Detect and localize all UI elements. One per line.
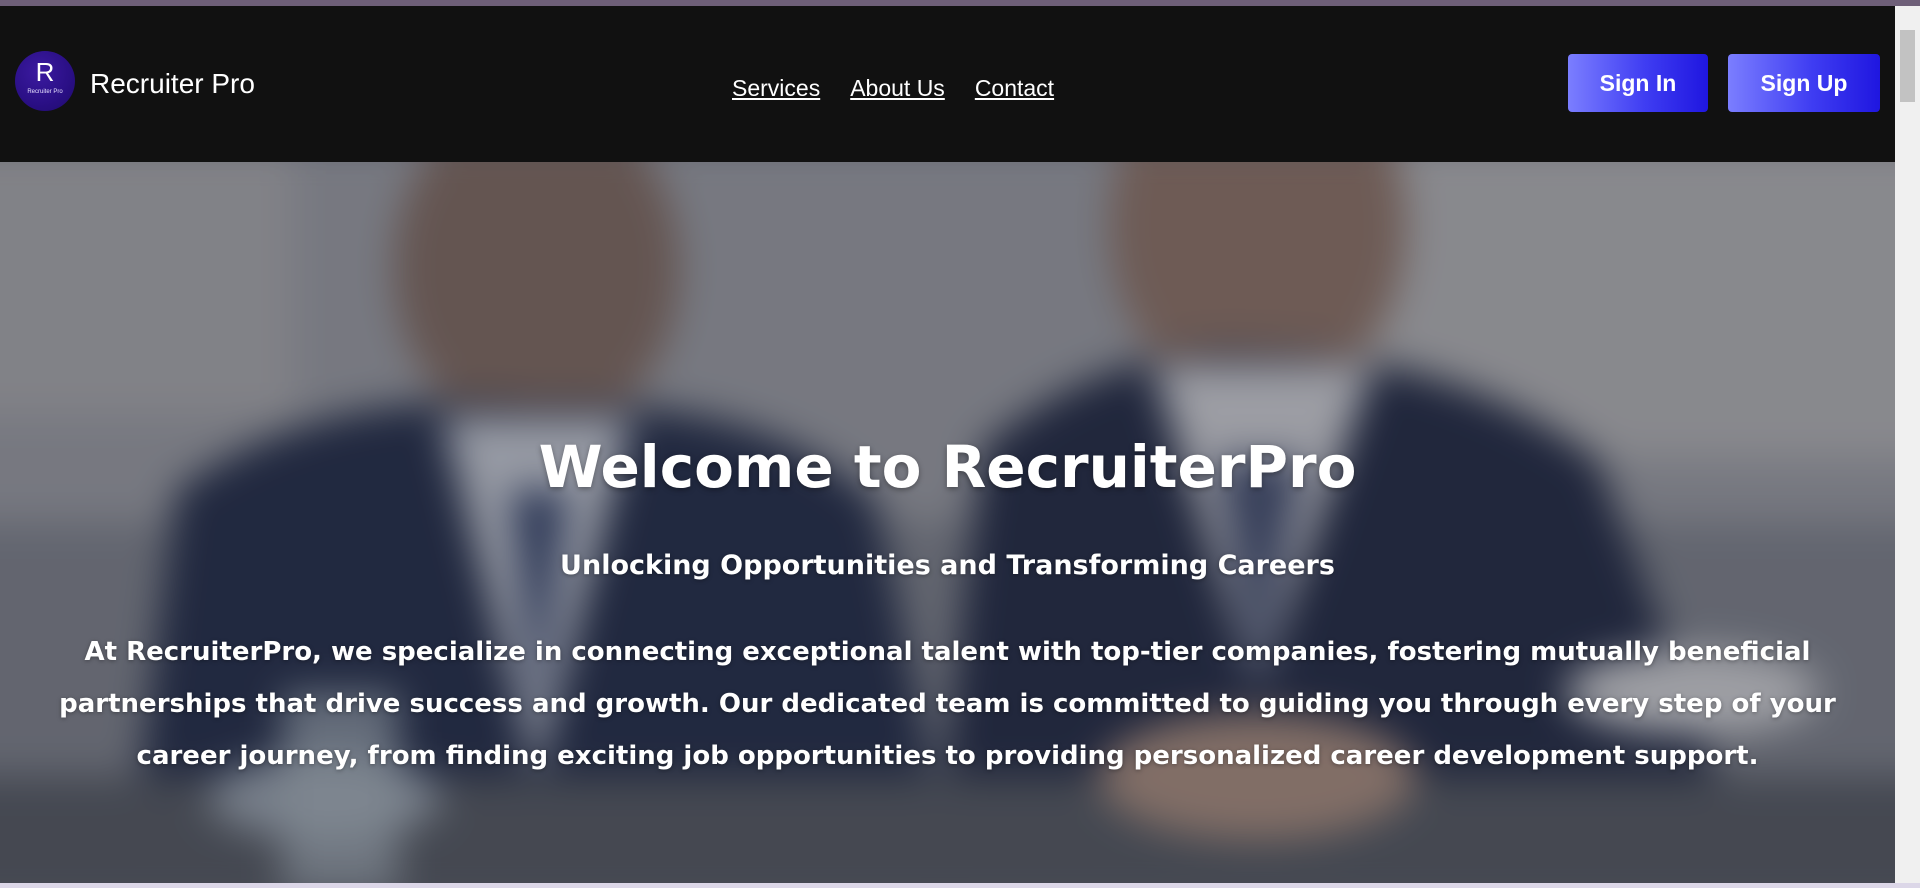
logo-icon[interactable]: R Recruiter Pro [15,51,75,111]
hero-title: Welcome to RecruiterPro [538,433,1357,501]
window-bottom-border [0,883,1920,888]
navbar: R Recruiter Pro Recruiter Pro Services A… [0,6,1895,162]
scrollbar-thumb[interactable] [1900,30,1915,102]
nav-link-services[interactable]: Services [732,75,820,101]
logo-letter: R [35,57,55,87]
page-scrollbar[interactable] [1895,6,1920,883]
hero-subtitle: Unlocking Opportunities and Transforming… [560,550,1335,581]
logo-caption: Recruiter Pro [27,89,63,95]
nav-link-contact[interactable]: Contact [975,75,1054,101]
nav-links: Services About Us Contact [732,75,1054,101]
page-viewport: R Recruiter Pro Recruiter Pro Services A… [0,6,1895,883]
brand-name[interactable]: Recruiter Pro [90,68,255,100]
hero-description: At RecruiterPro, we specialize in connec… [59,637,1836,771]
hero-section: Welcome to RecruiterPro Unlocking Opport… [0,162,1895,883]
sign-up-button[interactable]: Sign Up [1728,54,1880,112]
sign-in-button[interactable]: Sign In [1568,54,1708,112]
nav-link-about-us[interactable]: About Us [850,75,945,101]
